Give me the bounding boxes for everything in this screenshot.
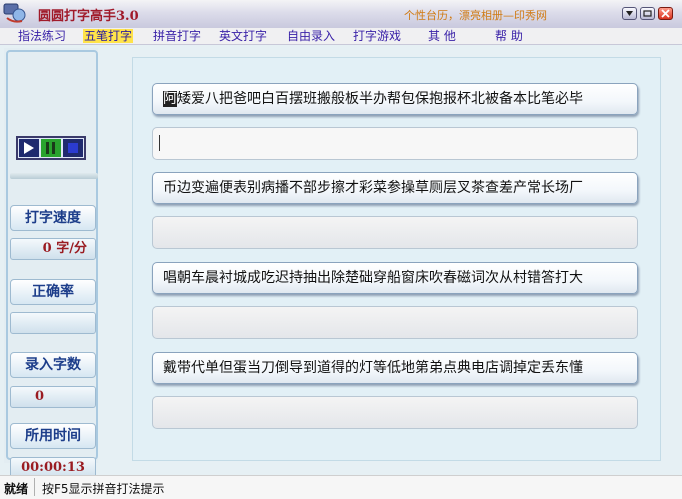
typing-input[interactable]: [152, 396, 638, 429]
elapsed-time-label: 所用时间: [10, 423, 96, 449]
status-divider: [34, 478, 35, 496]
status-bar: 就绪 按F5显示拼音打法提示: [0, 475, 682, 499]
stats-panel: 打字速度 0 字/分 正确率 录入字数 0 所用时间 00:00:13: [4, 48, 98, 479]
stop-icon[interactable]: [63, 139, 83, 157]
menu-other[interactable]: 其 他: [427, 29, 457, 43]
close-icon: [661, 9, 670, 18]
menu-fingering[interactable]: 指法练习: [17, 29, 67, 43]
pause-icon[interactable]: [41, 139, 61, 157]
prompt-text: 币边变遍便表别病播不部步擦才彩菜参操草厕层叉茶查差产常长场厂: [163, 180, 583, 196]
menu-arrow-icon: [626, 11, 633, 16]
title-bar: 圆圆打字高手3.0 个性台历，漂亮相册—印秀网: [0, 0, 682, 29]
speed-value: 0 字/分: [10, 238, 96, 260]
separator-bar: [10, 173, 98, 179]
prompt-text: 矮爱八把爸吧白百摆班搬般板半办帮包保抱报杯北被备本比笔必毕: [177, 91, 583, 107]
menu-wubi[interactable]: 五笔打字: [83, 29, 134, 43]
accuracy-label: 正确率: [10, 279, 96, 305]
typing-input[interactable]: [152, 127, 638, 160]
ad-link[interactable]: 个性台历，漂亮相册—印秀网: [404, 7, 547, 23]
accuracy-value: [10, 312, 96, 334]
char-count-label: 录入字数: [10, 352, 96, 378]
status-hint: 按F5显示拼音打法提示: [42, 482, 165, 496]
status-ready: 就绪: [4, 482, 29, 496]
window-title: 圆圆打字高手3.0: [38, 9, 139, 24]
prompt-text: 唱朝车晨衬城成吃迟持抽出除楚础穿船窗床吹春磁词次从村错答打大: [163, 270, 583, 286]
speed-label: 打字速度: [10, 205, 96, 231]
typing-input[interactable]: [152, 306, 638, 339]
menu-arrow-button[interactable]: [622, 7, 637, 20]
prompt-line: 戴带代单但蛋当刀倒导到道得的灯等低地第弟点典电店调掉定丢东懂: [152, 352, 638, 384]
menu-free-input[interactable]: 自由录入: [286, 29, 336, 43]
menu-pinyin[interactable]: 拼音打字: [152, 29, 202, 43]
menu-english[interactable]: 英文打字: [218, 29, 268, 43]
minimize-button[interactable]: [640, 7, 655, 20]
close-button[interactable]: [658, 7, 673, 20]
prompt-line: 币边变遍便表别病播不部步擦才彩菜参操草厕层叉茶查差产常长场厂: [152, 172, 638, 204]
app-icon: [2, 1, 28, 25]
char-count-value: 0: [10, 386, 96, 408]
prompt-line: 阿矮爱八把爸吧白百摆班搬般板半办帮包保抱报杯北被备本比笔必毕: [152, 83, 638, 115]
current-char: 阿: [163, 91, 177, 107]
prompt-line: 唱朝车晨衬城成吃迟持抽出除楚础穿船窗床吹春磁词次从村错答打大: [152, 262, 638, 294]
playback-controls: [16, 136, 86, 160]
play-icon[interactable]: [19, 139, 39, 157]
minimize-icon: [643, 10, 652, 17]
menu-bar: 指法练习 五笔打字 拼音打字 英文打字 自由录入 打字游戏 其 他 帮 助: [0, 28, 682, 45]
text-cursor: [159, 135, 160, 151]
prompt-text: 戴带代单但蛋当刀倒导到道得的灯等低地第弟点典电店调掉定丢东懂: [163, 360, 583, 376]
menu-help[interactable]: 帮 助: [494, 29, 524, 43]
menu-game[interactable]: 打字游戏: [352, 29, 402, 43]
typing-input[interactable]: [152, 216, 638, 249]
